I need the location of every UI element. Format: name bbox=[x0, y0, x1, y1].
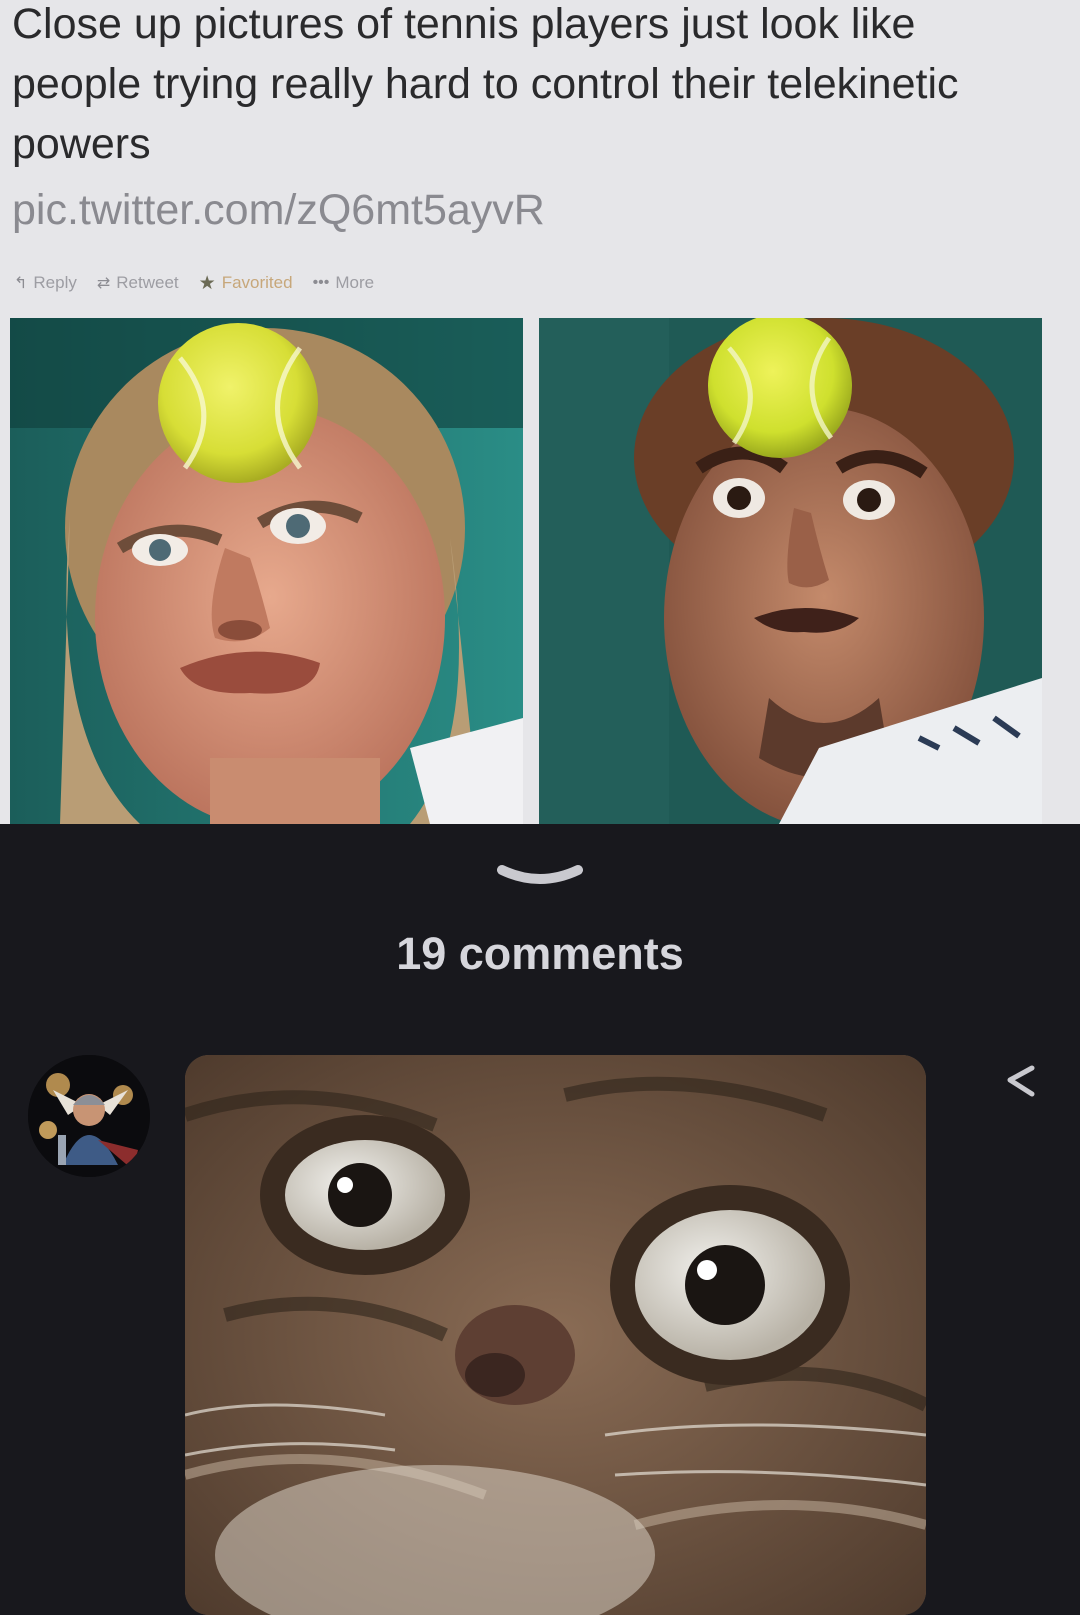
reply-icon: ↰ bbox=[14, 275, 28, 292]
player-photo-right bbox=[539, 318, 1042, 824]
favorite-label: Favorited bbox=[221, 273, 293, 292]
retweet-label: Retweet bbox=[116, 273, 179, 292]
player-photo-left bbox=[10, 318, 523, 824]
comment-count: 19 comments bbox=[396, 928, 684, 979]
reply-action[interactable]: ↰ Reply bbox=[14, 273, 77, 293]
share-icon[interactable] bbox=[1000, 1060, 1044, 1104]
tweet-text: Close up pictures of tennis players just… bbox=[12, 0, 959, 168]
chevron-down-icon[interactable] bbox=[490, 858, 590, 898]
more-icon: ••• bbox=[312, 274, 330, 291]
avatar[interactable] bbox=[28, 1055, 150, 1177]
reply-label: Reply bbox=[33, 273, 77, 292]
more-action[interactable]: ••• More bbox=[313, 273, 375, 293]
comment-image[interactable] bbox=[185, 1055, 926, 1615]
tweet-image-link[interactable]: pic.twitter.com/zQ6mt5ayvR bbox=[12, 180, 545, 240]
retweet-action[interactable]: ⇄ Retweet bbox=[97, 273, 179, 293]
star-icon: ★ bbox=[198, 272, 216, 294]
tweet-actions: ↰ Reply ⇄ Retweet ★ Favorited ••• More bbox=[14, 268, 394, 298]
tweet-screenshot: Close up pictures of tennis players just… bbox=[0, 0, 1080, 824]
favorite-action[interactable]: ★ Favorited bbox=[199, 272, 293, 295]
retweet-icon: ⇄ bbox=[96, 275, 111, 292]
more-label: More bbox=[335, 273, 375, 292]
